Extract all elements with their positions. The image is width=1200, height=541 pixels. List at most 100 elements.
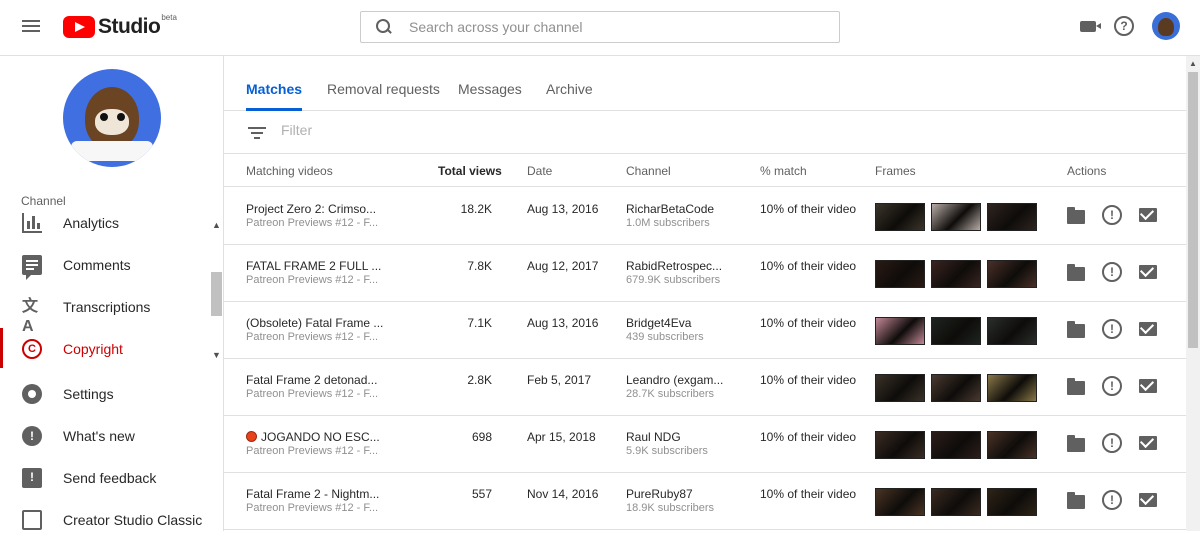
table-row[interactable]: Fatal Frame 2 detonad... Patreon Previews… xyxy=(224,359,1186,416)
table-row[interactable]: Project Zero 2: Crimso... Patreon Preview… xyxy=(224,188,1186,245)
search-box[interactable] xyxy=(360,11,840,43)
message-icon[interactable] xyxy=(1139,265,1157,279)
archive-folder-icon[interactable] xyxy=(1067,434,1085,452)
upload-date: Aug 13, 2016 xyxy=(527,316,599,330)
sidebar-item-analytics[interactable]: Analytics xyxy=(0,206,224,244)
sidebar-item-creator-studio-classic[interactable]: Creator Studio Classic xyxy=(0,499,224,541)
report-icon[interactable]: ! xyxy=(1102,262,1122,282)
total-views: 7.8K xyxy=(467,259,492,273)
scroll-up-icon[interactable]: ▲ xyxy=(1189,59,1197,68)
report-icon[interactable]: ! xyxy=(1102,433,1122,453)
studio-logo[interactable]: Studio beta xyxy=(63,13,177,40)
sidebar-item-whats-new[interactable]: ! What's new xyxy=(0,415,224,457)
archive-folder-icon[interactable] xyxy=(1067,377,1085,395)
video-title-text: Project Zero 2: Crimso... xyxy=(246,202,377,216)
archive-folder-icon[interactable] xyxy=(1067,320,1085,338)
frame-thumbnail[interactable] xyxy=(987,260,1037,288)
search-input[interactable] xyxy=(409,19,809,35)
table-row[interactable]: FATAL FRAME 2 FULL ... Patreon Previews #… xyxy=(224,245,1186,302)
sidebar-item-transcriptions[interactable]: 文A Transcriptions xyxy=(0,286,224,335)
video-title[interactable]: Project Zero 2: Crimso... xyxy=(246,202,376,216)
message-icon[interactable] xyxy=(1139,379,1157,393)
frame-thumbnail[interactable] xyxy=(931,260,981,288)
row-actions: ! xyxy=(1067,262,1157,282)
scrollbar-thumb[interactable] xyxy=(1188,72,1198,348)
help-icon[interactable]: ? xyxy=(1114,16,1134,36)
table-row[interactable]: JOGANDO NO ESC... Patreon Previews #12 - … xyxy=(224,416,1186,473)
frame-thumbnail[interactable] xyxy=(987,488,1037,516)
frame-thumbnail[interactable] xyxy=(875,260,925,288)
video-title[interactable]: Fatal Frame 2 detonad... xyxy=(246,373,377,387)
channel-avatar[interactable] xyxy=(63,69,161,167)
table-row[interactable]: (Obsolete) Fatal Frame ... Patreon Previe… xyxy=(224,302,1186,359)
frame-thumbnails xyxy=(875,374,1037,402)
tab-matches[interactable]: Matches xyxy=(246,56,303,111)
frame-thumbnail[interactable] xyxy=(875,317,925,345)
column-header-date[interactable]: Date xyxy=(527,155,552,187)
report-icon[interactable]: ! xyxy=(1102,490,1122,510)
frame-thumbnail[interactable] xyxy=(875,431,925,459)
channel-name[interactable]: Bridget4Eva xyxy=(626,316,691,330)
filter-input[interactable] xyxy=(281,122,581,138)
account-avatar[interactable] xyxy=(1152,12,1180,40)
message-icon[interactable] xyxy=(1139,208,1157,222)
frame-thumbnail[interactable] xyxy=(875,203,925,231)
report-icon[interactable]: ! xyxy=(1102,376,1122,396)
frame-thumbnails xyxy=(875,488,1037,516)
upload-date: Feb 5, 2017 xyxy=(527,373,592,387)
frame-thumbnail[interactable] xyxy=(875,374,925,402)
frame-thumbnail[interactable] xyxy=(931,317,981,345)
subscriber-count: 5.9K subscribers xyxy=(626,445,708,457)
row-actions: ! xyxy=(1067,205,1157,225)
video-title[interactable]: FATAL FRAME 2 FULL ... xyxy=(246,259,381,273)
sidebar-item-comments[interactable]: Comments xyxy=(0,244,224,286)
video-title[interactable]: JOGANDO NO ESC... xyxy=(246,430,380,444)
channel-name[interactable]: Raul NDG xyxy=(626,430,681,444)
scrollbar-thumb[interactable] xyxy=(211,272,222,316)
frame-thumbnail[interactable] xyxy=(931,431,981,459)
frame-thumbnail[interactable] xyxy=(987,203,1037,231)
message-icon[interactable] xyxy=(1139,436,1157,450)
frame-thumbnail[interactable] xyxy=(987,374,1037,402)
tab-messages[interactable]: Messages xyxy=(458,56,522,111)
scroll-down-icon[interactable]: ▼ xyxy=(212,350,221,360)
channel-name[interactable]: RicharBetaCode xyxy=(626,202,714,216)
report-icon[interactable]: ! xyxy=(1102,205,1122,225)
report-icon[interactable]: ! xyxy=(1102,319,1122,339)
column-header-matching-videos: Matching videos xyxy=(246,164,333,178)
channel-name[interactable]: PureRuby87 xyxy=(626,487,693,501)
filter-icon[interactable] xyxy=(248,126,266,140)
archive-folder-icon[interactable] xyxy=(1067,206,1085,224)
sidebar-scrollbar[interactable]: ▲ ▼ xyxy=(209,216,224,366)
frame-thumbnail[interactable] xyxy=(931,488,981,516)
column-header-actions: Actions xyxy=(1067,164,1107,178)
table-row[interactable]: Fatal Frame 2 - Nightm... Patreon Preview… xyxy=(224,473,1186,530)
message-icon[interactable] xyxy=(1139,493,1157,507)
column-header-match[interactable]: % match xyxy=(760,155,807,187)
frame-thumbnail[interactable] xyxy=(987,431,1037,459)
video-title[interactable]: Fatal Frame 2 - Nightm... xyxy=(246,487,379,501)
archive-folder-icon[interactable] xyxy=(1067,491,1085,509)
tab-removal-requests[interactable]: Removal requests xyxy=(327,56,440,111)
tab-archive[interactable]: Archive xyxy=(546,56,593,111)
frame-thumbnail[interactable] xyxy=(987,317,1037,345)
page-scrollbar[interactable]: ▲ xyxy=(1186,56,1200,531)
menu-icon[interactable] xyxy=(20,17,42,39)
red-circle-icon xyxy=(246,431,257,442)
channel-name[interactable]: RabidRetrospec... xyxy=(626,259,722,273)
frame-thumbnail[interactable] xyxy=(875,488,925,516)
sidebar-item-send-feedback[interactable]: ! Send feedback xyxy=(0,457,224,499)
frame-thumbnail[interactable] xyxy=(931,374,981,402)
frame-thumbnail[interactable] xyxy=(931,203,981,231)
sidebar-item-settings[interactable]: Settings xyxy=(0,373,224,415)
search-icon[interactable] xyxy=(375,18,393,36)
column-header-total-views[interactable]: Total views xyxy=(438,155,502,187)
create-video-icon[interactable] xyxy=(1080,20,1101,32)
sidebar-item-copyright[interactable]: C Copyright xyxy=(0,328,224,368)
match-percentage: 10% of their video xyxy=(760,373,857,387)
channel-name[interactable]: Leandro (exgam... xyxy=(626,373,723,387)
video-title[interactable]: (Obsolete) Fatal Frame ... xyxy=(246,316,383,330)
message-icon[interactable] xyxy=(1139,322,1157,336)
scroll-up-icon[interactable]: ▲ xyxy=(212,220,221,230)
archive-folder-icon[interactable] xyxy=(1067,263,1085,281)
